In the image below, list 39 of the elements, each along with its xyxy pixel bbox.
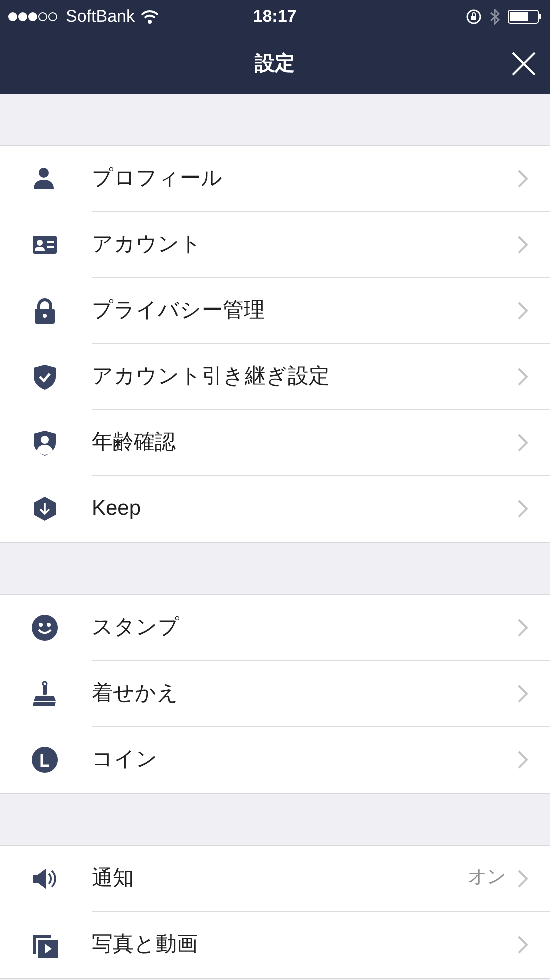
brush-icon [32, 680, 58, 708]
coin-icon [32, 746, 58, 774]
rotation-lock-icon [466, 9, 482, 25]
chevron-icon [518, 368, 528, 386]
row-label: 着せかえ [92, 680, 179, 707]
chevron-icon [518, 236, 528, 254]
close-button[interactable] [512, 52, 536, 76]
signal-icon [8, 11, 60, 23]
row-label: 通知 [92, 866, 134, 892]
row-label: アカウント引き継ぎ設定 [92, 364, 330, 390]
chevron-icon [518, 302, 528, 320]
battery-icon [508, 10, 542, 24]
wifi-icon [141, 10, 159, 24]
chevron-icon [518, 434, 528, 452]
chevron-icon [518, 870, 528, 888]
row-label: Keep [92, 496, 142, 522]
status-time: 18:17 [253, 6, 297, 28]
row-label: アカウント [92, 232, 202, 258]
row-label: コイン [92, 747, 158, 774]
hexagon-arrow-icon [32, 496, 58, 522]
chevron-icon [518, 500, 528, 518]
chevron-icon [518, 684, 528, 702]
carrier-name: SoftBank [66, 6, 135, 28]
chevron-icon [518, 170, 528, 188]
shield-person-icon [32, 430, 58, 456]
row-label: 年齢確認 [92, 430, 176, 456]
row-label: スタンプ [92, 614, 180, 641]
chevron-icon [518, 936, 528, 954]
screen-title: 設定 [255, 52, 295, 77]
lock-icon [32, 298, 58, 324]
row-label: 写真と動画 [92, 932, 198, 958]
bluetooth-icon [490, 9, 500, 25]
smiley-icon [32, 614, 58, 642]
row-value: オン [468, 866, 506, 890]
row-label: プライバシー管理 [92, 298, 265, 324]
chevron-icon [518, 751, 528, 769]
chevron-icon [518, 618, 528, 636]
shield-check-icon [32, 364, 58, 390]
row-label: プロフィール [92, 166, 223, 192]
